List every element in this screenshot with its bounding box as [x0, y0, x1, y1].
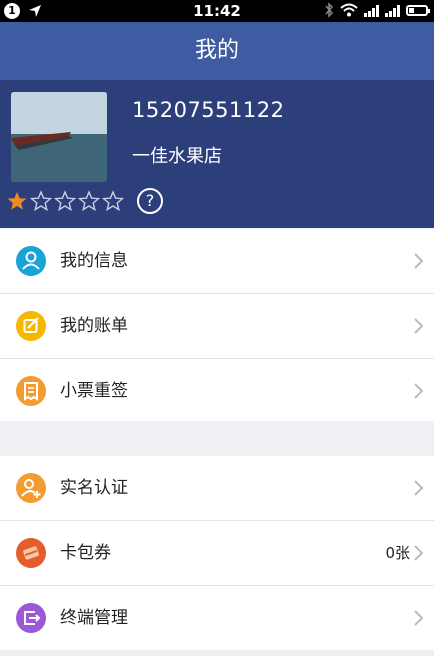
menu-item-label: 我的信息	[60, 251, 128, 271]
menu-item-label: 终端管理	[60, 608, 128, 628]
chevron-right-icon	[414, 480, 424, 496]
signal-2-icon	[385, 3, 400, 17]
avatar[interactable]	[11, 92, 107, 182]
card-count: 0张	[385, 544, 410, 562]
nav-bar: 我的	[0, 22, 434, 80]
menu-item-terminal-manage[interactable]: 终端管理	[0, 586, 434, 650]
menu-item-label: 实名认证	[60, 478, 128, 498]
page-title: 我的	[194, 38, 239, 63]
battery-icon	[406, 4, 430, 16]
star-empty-icon	[54, 190, 76, 212]
chevron-right-icon	[414, 253, 424, 269]
chevron-right-icon	[414, 318, 424, 334]
menu-group-2: 实名认证 卡包券 0张 终端管理	[0, 456, 434, 650]
menu-item-label: 小票重签	[60, 381, 128, 401]
section-gap	[0, 421, 434, 456]
receipt-icon	[16, 376, 46, 406]
user-phone: 15207551122	[132, 98, 285, 122]
wifi-icon	[340, 3, 358, 17]
avatar-boat-image	[11, 92, 107, 182]
terminal-icon	[16, 603, 46, 633]
status-bar: 1 11:42	[0, 0, 434, 22]
profile-card[interactable]: 15207551122 一佳水果店 ?	[0, 80, 434, 228]
signal-1-icon	[364, 3, 379, 17]
shop-name: 一佳水果店	[132, 146, 222, 167]
verify-icon	[16, 473, 46, 503]
menu-item-my-info[interactable]: 我的信息	[0, 229, 434, 294]
menu-item-my-bill[interactable]: 我的账单	[0, 294, 434, 359]
menu-item-label: 我的账单	[60, 316, 128, 336]
star-empty-icon	[30, 190, 52, 212]
chevron-right-icon	[414, 610, 424, 626]
star-empty-icon	[78, 190, 100, 212]
card-icon	[16, 538, 46, 568]
menu-item-card-wallet[interactable]: 卡包券 0张	[0, 521, 434, 586]
chevron-right-icon	[414, 383, 424, 399]
star-empty-icon	[102, 190, 124, 212]
menu-item-real-name-verify[interactable]: 实名认证	[0, 456, 434, 521]
bluetooth-icon	[325, 2, 334, 18]
status-right	[324, 2, 430, 18]
menu-item-receipt-resign[interactable]: 小票重签	[0, 359, 434, 423]
help-button[interactable]: ?	[137, 188, 163, 214]
star-filled-icon	[7, 192, 27, 210]
menu-item-label: 卡包券	[60, 543, 111, 563]
bill-icon	[16, 311, 46, 341]
person-icon	[16, 246, 46, 276]
menu-group-1: 我的信息 我的账单 小票重签	[0, 229, 434, 423]
rating-stars	[6, 190, 124, 212]
chevron-right-icon	[414, 545, 424, 561]
